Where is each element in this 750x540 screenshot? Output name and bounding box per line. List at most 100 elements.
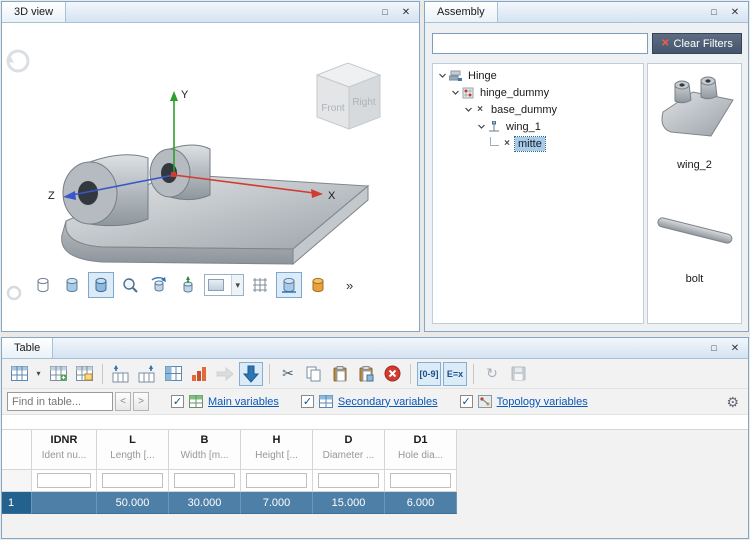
- tab-table[interactable]: Table: [2, 338, 53, 358]
- view-cube-right-label: Right: [352, 97, 376, 108]
- 3d-viewport[interactable]: Front Right Y: [2, 23, 419, 331]
- cell-d[interactable]: 15.000: [313, 492, 385, 514]
- refresh-icon[interactable]: ↻: [480, 362, 504, 386]
- cell-d1[interactable]: 6.000: [385, 492, 457, 514]
- column-header-h[interactable]: H Height [...: [241, 430, 313, 470]
- filter-input-l[interactable]: [102, 473, 163, 488]
- paste-special-icon[interactable]: [354, 362, 378, 386]
- maximize-button[interactable]: □: [705, 341, 723, 356]
- part-node-icon: [462, 87, 474, 99]
- main-variables-group: ✓ Main variables: [171, 395, 279, 408]
- tree-item-base-dummy[interactable]: × base_dummy: [433, 101, 643, 118]
- table-new-icon[interactable]: [46, 362, 70, 386]
- chevron-down-icon[interactable]: ▾: [231, 275, 243, 295]
- secondary-variables-checkbox[interactable]: ✓: [301, 395, 314, 408]
- 3d-scene: Front Right Y: [2, 23, 419, 271]
- column-header-b[interactable]: B Width [m...: [169, 430, 241, 470]
- digits-filter-toggle[interactable]: [0-9]: [417, 362, 441, 386]
- zoom-icon[interactable]: [117, 272, 143, 298]
- insert-column-right-icon[interactable]: [135, 362, 159, 386]
- table-row[interactable]: 1 50.000 30.000 7.000 15.000 6.000: [2, 492, 748, 514]
- paste-icon[interactable]: [328, 362, 352, 386]
- rotate-view-icon[interactable]: [146, 272, 172, 298]
- clear-filters-button[interactable]: ✕ Clear Filters: [652, 33, 742, 54]
- mesh-display-icon[interactable]: [247, 272, 273, 298]
- find-next-button[interactable]: >: [133, 392, 149, 411]
- cut-icon[interactable]: ✂: [276, 362, 300, 386]
- tree-item-wing-1[interactable]: wing_1: [433, 118, 643, 135]
- preview-label: wing_2: [648, 159, 741, 171]
- preview-item-bolt[interactable]: bolt: [648, 194, 741, 285]
- secondary-variables-link[interactable]: Secondary variables: [338, 396, 438, 408]
- expander-icon[interactable]: [463, 104, 474, 115]
- gear-icon[interactable]: ⚙: [726, 394, 739, 411]
- expander-icon[interactable]: [437, 70, 448, 81]
- table-toolbar-main: ▾ ✂: [2, 359, 748, 389]
- find-in-table-input[interactable]: [7, 392, 113, 411]
- assembly-search-input[interactable]: [432, 33, 648, 54]
- assembly-tree[interactable]: Hinge hinge_dummy × base_dummy: [432, 63, 644, 324]
- cylinder-shaded-edges-icon[interactable]: [88, 272, 114, 298]
- cylinder-section-icon[interactable]: [305, 272, 331, 298]
- filter-input-h[interactable]: [246, 473, 307, 488]
- cancel-icon[interactable]: [380, 362, 404, 386]
- panel-table: Table □ ✕ ▾: [1, 337, 749, 539]
- column-header-d[interactable]: D Diameter ...: [313, 430, 385, 470]
- cylinder-dimensions-icon[interactable]: [276, 272, 302, 298]
- tree-item-hinge[interactable]: Hinge: [433, 67, 643, 84]
- selected-tree-label: mitte: [515, 137, 545, 151]
- expander-icon[interactable]: [450, 87, 461, 98]
- main-variables-link[interactable]: Main variables: [208, 396, 279, 408]
- cylinder-wireframe-icon[interactable]: [30, 272, 56, 298]
- geometry-node-icon: [488, 121, 500, 133]
- chevron-down-icon[interactable]: ▾: [33, 362, 44, 386]
- filter-input-idnr[interactable]: [37, 473, 91, 488]
- cell-h[interactable]: 7.000: [241, 492, 313, 514]
- save-icon[interactable]: [506, 362, 530, 386]
- tree-item-hinge-dummy[interactable]: hinge_dummy: [433, 84, 643, 101]
- close-button[interactable]: ✕: [726, 5, 744, 20]
- insert-down-icon[interactable]: [239, 362, 263, 386]
- cell-l[interactable]: 50.000: [97, 492, 169, 514]
- main-variables-checkbox[interactable]: ✓: [171, 395, 184, 408]
- table-copy-icon[interactable]: [72, 362, 96, 386]
- topology-variables-link[interactable]: Topology variables: [497, 396, 588, 408]
- topology-variables-checkbox[interactable]: ✓: [460, 395, 473, 408]
- tab-3d-view[interactable]: 3D view: [2, 2, 66, 22]
- cell-idnr[interactable]: [32, 492, 97, 514]
- filter-cell-idnr: [32, 470, 97, 492]
- tree-item-mitte[interactable]: × mitte: [433, 135, 643, 152]
- column-header-d1[interactable]: D1 Hole dia...: [385, 430, 457, 470]
- close-button[interactable]: ✕: [726, 341, 744, 356]
- filter-input-d1[interactable]: [390, 473, 451, 488]
- filter-cell-d: [313, 470, 385, 492]
- preview-item-wing-2[interactable]: wing_2: [648, 70, 741, 171]
- maximize-button[interactable]: □: [705, 5, 723, 20]
- view-cube[interactable]: Front Right: [317, 63, 380, 129]
- expander-icon[interactable]: [476, 121, 487, 132]
- row-number-cell[interactable]: 1: [2, 492, 32, 514]
- filter-input-b[interactable]: [174, 473, 235, 488]
- cylinder-shaded-icon[interactable]: [59, 272, 85, 298]
- table-select-icon[interactable]: [7, 362, 31, 386]
- column-header-l[interactable]: L Length [...: [97, 430, 169, 470]
- copy-icon[interactable]: [302, 362, 326, 386]
- toolbar-overflow-chevron[interactable]: »: [346, 278, 353, 293]
- maximize-button[interactable]: □: [376, 5, 394, 20]
- sort-columns-icon[interactable]: [187, 362, 211, 386]
- apply-arrow-icon[interactable]: [213, 362, 237, 386]
- table-toolbar-filters: < > ✓ Main variables ✓ Secondary variabl…: [2, 389, 748, 415]
- expression-filter-toggle[interactable]: E=x: [443, 362, 467, 386]
- insert-column-left-icon[interactable]: [109, 362, 133, 386]
- tab-assembly[interactable]: Assembly: [425, 2, 498, 22]
- filter-input-d[interactable]: [318, 473, 379, 488]
- column-header-idnr[interactable]: IDNR Ident nu...: [32, 430, 97, 470]
- cylinder-axis-icon[interactable]: [175, 272, 201, 298]
- part-wing[interactable]: [62, 145, 368, 264]
- wing-2-thumbnail: [649, 70, 741, 154]
- table-highlight-icon[interactable]: [161, 362, 185, 386]
- find-previous-button[interactable]: <: [115, 392, 131, 411]
- display-mode-combo[interactable]: ▾: [204, 274, 244, 296]
- close-button[interactable]: ✕: [397, 5, 415, 20]
- cell-b[interactable]: 30.000: [169, 492, 241, 514]
